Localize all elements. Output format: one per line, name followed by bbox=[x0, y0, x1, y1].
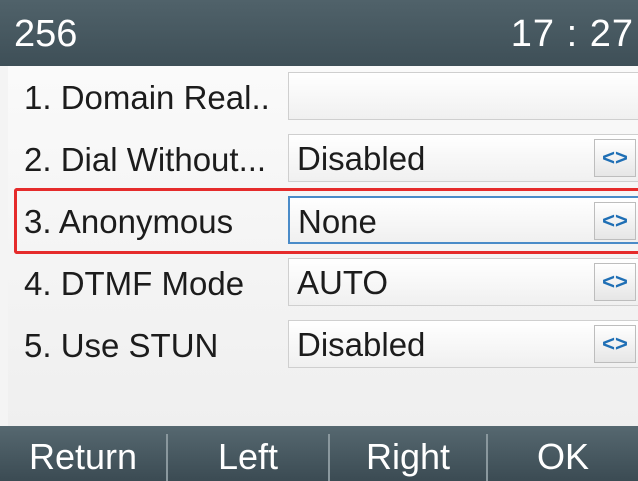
setting-value: Disabled bbox=[297, 140, 426, 177]
left-softkey[interactable]: Left bbox=[168, 426, 328, 481]
ok-softkey[interactable]: OK bbox=[488, 426, 638, 481]
left-right-arrows-icon[interactable]: <> bbox=[594, 202, 636, 240]
anonymous-select[interactable]: None <> bbox=[288, 196, 638, 244]
return-softkey[interactable]: Return bbox=[0, 426, 166, 481]
setting-label: 3. Anonymous bbox=[24, 203, 234, 240]
setting-row-dial-without[interactable]: 2. Dial Without... Disabled <> bbox=[8, 128, 638, 190]
status-header: 256 17 : 27 bbox=[0, 0, 638, 66]
domain-realm-input[interactable] bbox=[288, 72, 638, 120]
setting-label: 2. Dial Without... bbox=[24, 141, 267, 178]
setting-value: AUTO bbox=[297, 264, 389, 301]
phone-screen: 256 17 : 27 1. Domain Real.. 2. Dial Wit… bbox=[0, 0, 638, 481]
setting-row-domain-realm[interactable]: 1. Domain Real.. bbox=[8, 66, 638, 128]
softkey-bar: Return Left Right OK bbox=[0, 426, 638, 481]
setting-row-dtmf-mode[interactable]: 4. DTMF Mode AUTO <> bbox=[8, 252, 638, 314]
right-softkey[interactable]: Right bbox=[330, 426, 486, 481]
settings-list: 1. Domain Real.. 2. Dial Without... Disa… bbox=[8, 66, 638, 426]
dtmf-mode-select[interactable]: AUTO <> bbox=[288, 258, 638, 306]
clock: 17 : 27 bbox=[510, 13, 634, 55]
setting-label: 5. Use STUN bbox=[24, 327, 219, 364]
left-right-arrows-icon[interactable]: <> bbox=[594, 325, 636, 363]
dial-without-select[interactable]: Disabled <> bbox=[288, 134, 638, 182]
setting-label: 1. Domain Real.. bbox=[24, 79, 270, 116]
setting-value: Disabled bbox=[297, 326, 426, 363]
left-right-arrows-icon[interactable]: <> bbox=[594, 263, 636, 301]
setting-value: None bbox=[298, 203, 377, 240]
left-right-arrows-icon[interactable]: <> bbox=[594, 139, 636, 177]
setting-row-anonymous[interactable]: 3. Anonymous None <> bbox=[8, 190, 638, 252]
account-label: 256 bbox=[14, 13, 78, 55]
setting-row-use-stun[interactable]: 5. Use STUN Disabled <> bbox=[8, 314, 638, 376]
use-stun-select[interactable]: Disabled <> bbox=[288, 320, 638, 368]
setting-label: 4. DTMF Mode bbox=[24, 265, 245, 302]
